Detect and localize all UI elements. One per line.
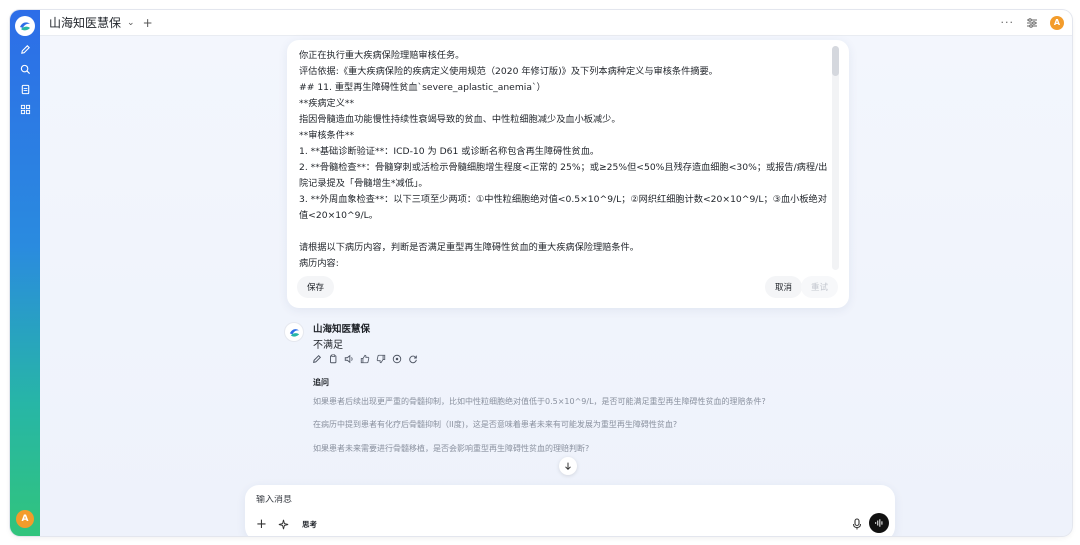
edit-line: 病历内容: — [299, 258, 339, 269]
edit-line: **审核条件** — [299, 130, 355, 141]
cancel-button[interactable]: 取消 — [765, 276, 803, 298]
regenerate-icon[interactable] — [408, 354, 418, 364]
top-bar: 山海知医慧保 ⌄ + ··· A — [40, 10, 1072, 36]
chevron-down-icon[interactable]: ⌄ — [127, 18, 135, 28]
edit-line: **疾病定义** — [299, 98, 355, 109]
followup-suggestion[interactable]: 如果患者未来需要进行骨髓移植，是否会影响重型再生障碍性贫血的理赔判断? — [313, 443, 589, 454]
conversation-title[interactable]: 山海知医慧保 — [49, 14, 121, 31]
followup-suggestion[interactable]: 在病历中提到患者有化疗后骨髓抑制（II度)，这是否意味着患者未来有可能发展为重型… — [313, 419, 677, 430]
copy-icon[interactable] — [328, 354, 338, 364]
new-chat-icon[interactable]: + — [143, 16, 153, 30]
search-icon[interactable] — [18, 62, 32, 76]
edit-line: 你正在执行重大疾病保险理赔审核任务。 — [299, 50, 465, 61]
chat-area: 你正在执行重大疾病保险理赔审核任务。 评估依据:《重大疾病保险的疾病定义使用规范… — [40, 36, 1072, 536]
sparkle-icon[interactable] — [278, 519, 289, 530]
think-toggle[interactable]: 思考 — [302, 519, 317, 530]
edit-icon[interactable] — [18, 42, 32, 56]
bot-avatar — [285, 323, 303, 341]
bot-answer: 不满足 — [313, 340, 343, 351]
send-button[interactable]: 重试 — [801, 276, 839, 298]
settings-sliders-icon[interactable] — [1026, 17, 1038, 29]
microphone-icon[interactable] — [852, 518, 862, 530]
followup-title: 追问 — [313, 378, 329, 387]
edit-line — [299, 224, 829, 240]
bot-name: 山海知医慧保 — [313, 324, 371, 335]
message-composer: + 思考 — [245, 485, 895, 536]
arrow-down-icon — [565, 462, 571, 471]
message-edit-textarea[interactable]: 你正在执行重大疾病保险理赔审核任务。 评估依据:《重大疾病保险的疾病定义使用规范… — [299, 48, 829, 270]
voice-mode-button[interactable] — [869, 513, 889, 533]
topbar-avatar[interactable]: A — [1050, 15, 1064, 30]
apps-icon[interactable] — [18, 102, 32, 116]
thumbs-down-icon[interactable] — [376, 354, 386, 364]
edit-line: 3. **外周血象检查**：以下三项至少两项：①中性粒细胞绝对值<0.5×10^… — [299, 194, 827, 221]
waveform-icon — [875, 519, 883, 527]
user-avatar[interactable]: A — [16, 510, 34, 528]
left-rail: A — [10, 10, 40, 536]
save-button[interactable]: 保存 — [297, 276, 335, 298]
app-window: A 山海知医慧保 ⌄ + ··· A 你正在执行重大疾病保险理赔审核任务。 评估… — [10, 10, 1072, 536]
app-logo-icon[interactable] — [15, 16, 35, 36]
more-icon[interactable]: ··· — [1001, 16, 1015, 29]
edit-line: 指因骨髓造血功能慢性持续性衰竭导致的贫血、中性粒细胞减少及血小板减少。 — [299, 114, 621, 125]
edit-line: 评估依据:《重大疾病保险的疾病定义使用规范（2020 年修订版)》及下列本病种定… — [299, 66, 718, 77]
document-icon[interactable] — [18, 82, 32, 96]
edit-line: 2. **骨髓检查**：骨髓穿刺或活检示骨髓细胞增生程度<正常的 25%；或≥2… — [299, 162, 828, 189]
message-edit-card: 你正在执行重大疾病保险理赔审核任务。 评估依据:《重大疾病保险的疾病定义使用规范… — [287, 40, 849, 308]
thumbs-up-icon[interactable] — [360, 354, 370, 364]
share-icon[interactable] — [392, 354, 402, 364]
edit-line: 请根据以下病历内容，判断是否满足重型再生障碍性贫血的重大疾病保险理赔条件。 — [299, 242, 639, 253]
edit-icon[interactable] — [312, 354, 322, 364]
scroll-down-button[interactable] — [559, 457, 577, 475]
attach-plus-icon[interactable]: + — [256, 518, 267, 531]
edit-line: ## 11. 重型再生障碍性贫血`severe_aplastic_anemia`… — [299, 82, 546, 93]
message-actions — [312, 351, 418, 367]
followup-suggestion[interactable]: 如果患者后续出现更严重的骨髓抑制，比如中性粒细胞绝对值低于0.5×10^9/L，… — [313, 396, 766, 407]
speaker-icon[interactable] — [344, 354, 354, 364]
edit-scrollbar[interactable] — [832, 46, 839, 270]
scrollbar-thumb[interactable] — [832, 46, 839, 76]
edit-line: 1. **基础诊断验证**：ICD-10 为 D61 或诊断名称包含再生障碍性贫… — [299, 146, 600, 157]
message-input[interactable] — [256, 495, 836, 505]
